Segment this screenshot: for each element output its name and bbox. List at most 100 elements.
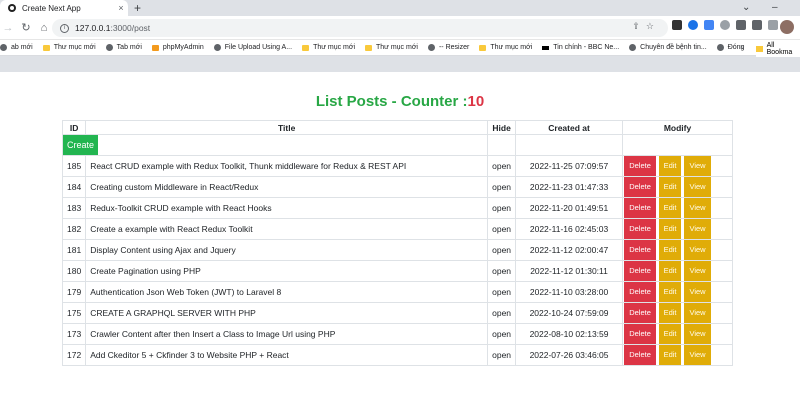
view-button[interactable]: View <box>684 240 712 260</box>
delete-button[interactable]: Delete <box>624 177 657 197</box>
bookmark-item[interactable]: Thư mục mới <box>479 44 532 51</box>
view-button[interactable]: View <box>684 177 712 197</box>
home-icon[interactable]: ⌂ <box>36 22 52 34</box>
delete-button[interactable]: Delete <box>624 240 657 260</box>
window-minimize-button[interactable]: – <box>772 0 778 16</box>
post-created-at: 2022-11-12 01:30:11 <box>515 260 624 282</box>
create-cell: Create <box>61 134 489 156</box>
modify-cell: Delete Edit View <box>622 281 733 303</box>
globe-extension-icon[interactable] <box>720 20 730 30</box>
share-bookmark-icon[interactable]: ⇪☆ <box>632 21 660 32</box>
post-hide-status: open <box>487 302 517 324</box>
extension-circle-icon[interactable] <box>688 20 698 30</box>
bookmark-item[interactable]: Tin chính - BBC Ne... <box>542 44 619 51</box>
bookmark-item[interactable]: Chuyên đề bệnh tin... <box>629 44 707 51</box>
post-title: Authentication Json Web Token (JWT) to L… <box>85 281 489 303</box>
edit-button[interactable]: Edit <box>659 345 682 365</box>
puzzle-extensions-icon[interactable] <box>736 20 746 30</box>
view-button[interactable]: View <box>684 324 712 344</box>
all-bookmarks-label: All Bookma <box>766 42 793 56</box>
post-id: 180 <box>61 260 87 282</box>
post-id: 173 <box>61 323 87 345</box>
edit-button[interactable]: Edit <box>659 324 682 344</box>
tab-close-icon[interactable]: × <box>114 3 128 13</box>
translate-extension-icon[interactable] <box>704 20 714 30</box>
bookmark-item[interactable]: phpMyAdmin <box>151 44 204 51</box>
bookmark-label: Thư mục mới <box>376 44 418 51</box>
post-created-at: 2022-11-25 07:09:57 <box>515 155 624 177</box>
view-button[interactable]: View <box>684 198 712 218</box>
bbc-icon <box>542 45 550 50</box>
delete-button[interactable]: Delete <box>624 324 657 344</box>
new-tab-button[interactable]: + <box>134 1 141 15</box>
post-hide-status: open <box>487 176 517 198</box>
download-icon[interactable] <box>752 20 762 30</box>
post-hide-status: open <box>487 344 517 366</box>
create-button[interactable]: Create <box>63 135 99 155</box>
edit-button[interactable]: Edit <box>659 156 682 176</box>
reload-icon[interactable]: ↻ <box>18 21 34 34</box>
view-button[interactable]: View <box>684 303 712 323</box>
edit-button[interactable]: Edit <box>659 303 682 323</box>
edit-button[interactable]: Edit <box>659 219 682 239</box>
url-path: :3000/post <box>110 23 151 33</box>
address-bar[interactable]: i 127.0.0.1:3000/post ⇪☆ <box>52 19 668 37</box>
post-created-at: 2022-11-16 02:45:03 <box>515 218 624 240</box>
view-button[interactable]: View <box>684 345 712 365</box>
post-title: React CRUD example with Redux Toolkit, T… <box>85 155 489 177</box>
view-button[interactable]: View <box>684 156 712 176</box>
profile-avatar[interactable] <box>780 20 794 34</box>
table-row: 173 Crawler Content after then Insert a C… <box>61 323 733 345</box>
tab-search-chevron-icon[interactable]: ⌄ <box>742 0 750 16</box>
edit-button[interactable]: Edit <box>659 240 682 260</box>
bookmark-item[interactable]: File Upload Using A... <box>213 44 292 51</box>
bookmark-item[interactable]: Thư mục mới <box>302 44 355 51</box>
bookmark-item[interactable]: Thư mục mới <box>365 44 418 51</box>
delete-button[interactable]: Delete <box>624 156 657 176</box>
bookmark-item[interactable]: Thư mục mới <box>42 44 96 51</box>
back-arrow-icon[interactable]: → <box>0 22 16 34</box>
delete-button[interactable]: Delete <box>624 282 657 302</box>
post-id: 184 <box>61 176 87 198</box>
bookmark-label: Thư mục mới <box>53 44 96 51</box>
edit-button[interactable]: Edit <box>659 282 682 302</box>
column-header-title: Title <box>85 120 489 135</box>
bookmark-item[interactable]: ab mới <box>0 44 33 51</box>
view-button[interactable]: View <box>684 261 712 281</box>
post-created-at: 2022-08-10 02:13:59 <box>515 323 624 345</box>
edit-button[interactable]: Edit <box>659 198 682 218</box>
view-button[interactable]: View <box>684 282 712 302</box>
counter-value: 10 <box>467 93 485 110</box>
edit-button[interactable]: Edit <box>659 261 682 281</box>
side-panel-icon[interactable] <box>768 20 778 30</box>
site-info-icon[interactable]: i <box>60 23 69 33</box>
modify-cell: Delete Edit View <box>622 197 733 219</box>
devtools-gray-band <box>0 56 800 72</box>
table-row: 175 CREATE A GRAPHQL SERVER WITH PHP open 2… <box>61 302 733 324</box>
delete-button[interactable]: Delete <box>624 303 657 323</box>
delete-button[interactable]: Delete <box>624 261 657 281</box>
delete-button[interactable]: Delete <box>624 219 657 239</box>
column-header-modify: Modify <box>622 120 733 135</box>
bookmark-item[interactable]: Tab mới <box>105 44 142 51</box>
bookmark-item[interactable]: -- Resizer <box>427 44 470 51</box>
eyedropper-extension-icon[interactable] <box>672 20 682 30</box>
post-hide-status: open <box>487 260 517 282</box>
view-button[interactable]: View <box>684 219 712 239</box>
post-title: Add Ckeditor 5 + Ckfinder 3 to Website P… <box>85 344 489 366</box>
delete-button[interactable]: Delete <box>624 198 657 218</box>
tab-active[interactable]: Create Next App × <box>0 0 128 16</box>
bookmark-label: ab mới <box>11 44 33 51</box>
edit-button[interactable]: Edit <box>659 177 682 197</box>
all-bookmarks-button[interactable]: All Bookma <box>756 41 800 57</box>
post-id: 182 <box>61 218 87 240</box>
table-row: 183 Redux-Toolkit CRUD example with React… <box>61 197 733 219</box>
bookmark-label: -- Resizer <box>438 44 470 51</box>
delete-button[interactable]: Delete <box>624 345 657 365</box>
post-id: 181 <box>61 239 87 261</box>
bookmarks-more-icon[interactable]: » <box>740 42 744 51</box>
bookmark-label: Tab mới <box>116 44 142 51</box>
page-title-text: List Posts - Counter : <box>315 93 468 110</box>
modify-cell: Delete Edit View <box>622 218 733 240</box>
post-title: Redux-Toolkit CRUD example with React Ho… <box>85 197 489 219</box>
